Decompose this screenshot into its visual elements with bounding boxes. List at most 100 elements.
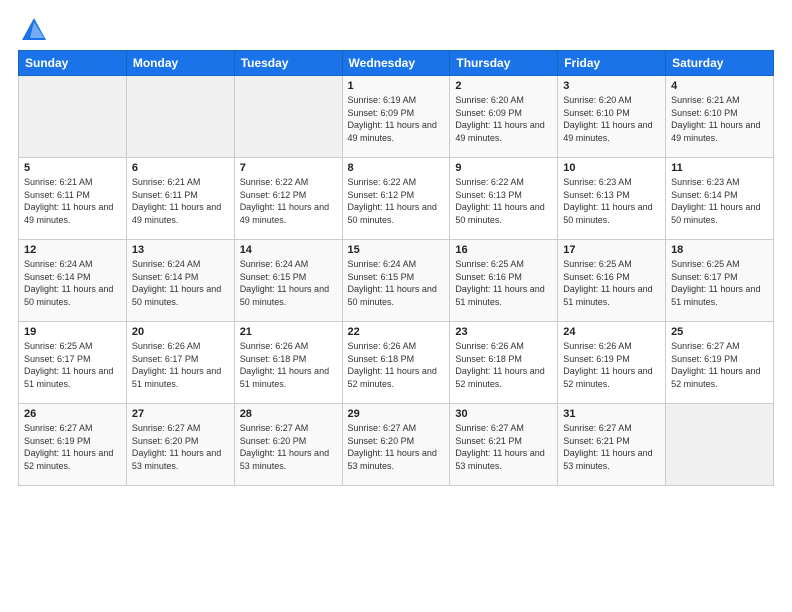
week-row-3: 19 Sunrise: 6:25 AMSunset: 6:17 PMDayligh… (19, 322, 774, 404)
day-number: 8 (348, 162, 445, 174)
day-number: 20 (132, 326, 229, 338)
calendar-cell: 20 Sunrise: 6:26 AMSunset: 6:17 PMDayligh… (126, 322, 234, 404)
day-info: Sunrise: 6:26 AMSunset: 6:18 PMDaylight:… (455, 340, 552, 390)
day-info: Sunrise: 6:25 AMSunset: 6:16 PMDaylight:… (455, 258, 552, 308)
calendar-cell: 5 Sunrise: 6:21 AMSunset: 6:11 PMDaylight… (19, 158, 127, 240)
day-info: Sunrise: 6:21 AMSunset: 6:11 PMDaylight:… (132, 176, 229, 226)
calendar-cell (234, 76, 342, 158)
calendar-cell: 15 Sunrise: 6:24 AMSunset: 6:15 PMDayligh… (342, 240, 450, 322)
day-info: Sunrise: 6:21 AMSunset: 6:10 PMDaylight:… (671, 94, 768, 144)
day-info: Sunrise: 6:26 AMSunset: 6:19 PMDaylight:… (563, 340, 660, 390)
day-info: Sunrise: 6:24 AMSunset: 6:14 PMDaylight:… (132, 258, 229, 308)
day-info: Sunrise: 6:25 AMSunset: 6:17 PMDaylight:… (24, 340, 121, 390)
day-info: Sunrise: 6:27 AMSunset: 6:19 PMDaylight:… (24, 422, 121, 472)
col-sunday: Sunday (19, 51, 127, 76)
day-info: Sunrise: 6:22 AMSunset: 6:12 PMDaylight:… (348, 176, 445, 226)
day-info: Sunrise: 6:27 AMSunset: 6:21 PMDaylight:… (455, 422, 552, 472)
calendar-cell: 23 Sunrise: 6:26 AMSunset: 6:18 PMDayligh… (450, 322, 558, 404)
header-row: Sunday Monday Tuesday Wednesday Thursday… (19, 51, 774, 76)
calendar-cell: 7 Sunrise: 6:22 AMSunset: 6:12 PMDaylight… (234, 158, 342, 240)
calendar-cell: 6Sunrise: 6:21 AMSunset: 6:11 PMDaylight… (126, 158, 234, 240)
day-number: 29 (348, 408, 445, 420)
day-info: Sunrise: 6:23 AMSunset: 6:13 PMDaylight:… (563, 176, 660, 226)
calendar-cell: 30 Sunrise: 6:27 AMSunset: 6:21 PMDayligh… (450, 404, 558, 486)
calendar-cell (19, 76, 127, 158)
day-number: 31 (563, 408, 660, 420)
day-number: 16 (455, 244, 552, 256)
day-number: 11 (671, 162, 768, 174)
day-number: 14 (240, 244, 337, 256)
day-number: 24 (563, 326, 660, 338)
day-number: 19 (24, 326, 121, 338)
day-number: 12 (24, 244, 121, 256)
calendar-cell: 11 Sunrise: 6:23 AMSunset: 6:14 PMDayligh… (666, 158, 774, 240)
day-number: 1 (348, 80, 445, 92)
calendar-cell: 13 Sunrise: 6:24 AMSunset: 6:14 PMDayligh… (126, 240, 234, 322)
calendar-cell: 17 Sunrise: 6:25 AMSunset: 6:16 PMDayligh… (558, 240, 666, 322)
calendar-cell: 28 Sunrise: 6:27 AMSunset: 6:20 PMDayligh… (234, 404, 342, 486)
calendar-cell: 10Sunrise: 6:23 AMSunset: 6:13 PMDayligh… (558, 158, 666, 240)
day-info: Sunrise: 6:27 AMSunset: 6:21 PMDaylight:… (563, 422, 660, 472)
calendar-cell: 16 Sunrise: 6:25 AMSunset: 6:16 PMDayligh… (450, 240, 558, 322)
day-info: Sunrise: 6:27 AMSunset: 6:20 PMDaylight:… (348, 422, 445, 472)
day-number: 17 (563, 244, 660, 256)
day-info: Sunrise: 6:27 AMSunset: 6:19 PMDaylight:… (671, 340, 768, 390)
col-thursday: Thursday (450, 51, 558, 76)
week-row-2: 12 Sunrise: 6:24 AMSunset: 6:14 PMDayligh… (19, 240, 774, 322)
calendar-cell: 22 Sunrise: 6:26 AMSunset: 6:18 PMDayligh… (342, 322, 450, 404)
day-number: 3 (563, 80, 660, 92)
day-number: 23 (455, 326, 552, 338)
day-info: Sunrise: 6:23 AMSunset: 6:14 PMDaylight:… (671, 176, 768, 226)
calendar-cell: 18Sunrise: 6:25 AMSunset: 6:17 PMDayligh… (666, 240, 774, 322)
col-monday: Monday (126, 51, 234, 76)
col-friday: Friday (558, 51, 666, 76)
day-info: Sunrise: 6:25 AMSunset: 6:16 PMDaylight:… (563, 258, 660, 308)
day-number: 27 (132, 408, 229, 420)
day-info: Sunrise: 6:26 AMSunset: 6:17 PMDaylight:… (132, 340, 229, 390)
calendar-cell: 24 Sunrise: 6:26 AMSunset: 6:19 PMDayligh… (558, 322, 666, 404)
day-number: 22 (348, 326, 445, 338)
calendar-cell: 19 Sunrise: 6:25 AMSunset: 6:17 PMDayligh… (19, 322, 127, 404)
day-number: 4 (671, 80, 768, 92)
calendar-cell: 31 Sunrise: 6:27 AMSunset: 6:21 PMDayligh… (558, 404, 666, 486)
day-number: 25 (671, 326, 768, 338)
day-number: 13 (132, 244, 229, 256)
day-info: Sunrise: 6:20 AMSunset: 6:09 PMDaylight:… (455, 94, 552, 144)
week-row-4: 26 Sunrise: 6:27 AMSunset: 6:19 PMDayligh… (19, 404, 774, 486)
calendar-cell: 14 Sunrise: 6:24 AMSunset: 6:15 PMDayligh… (234, 240, 342, 322)
calendar-cell: 29 Sunrise: 6:27 AMSunset: 6:20 PMDayligh… (342, 404, 450, 486)
calendar-cell: 2 Sunrise: 6:20 AMSunset: 6:09 PMDaylight… (450, 76, 558, 158)
calendar-cell: 8 Sunrise: 6:22 AMSunset: 6:12 PMDaylight… (342, 158, 450, 240)
day-number: 9 (455, 162, 552, 174)
day-number: 28 (240, 408, 337, 420)
calendar-cell: 26 Sunrise: 6:27 AMSunset: 6:19 PMDayligh… (19, 404, 127, 486)
day-info: Sunrise: 6:26 AMSunset: 6:18 PMDaylight:… (348, 340, 445, 390)
day-info: Sunrise: 6:24 AMSunset: 6:15 PMDaylight:… (240, 258, 337, 308)
logo (18, 16, 48, 40)
calendar-cell (126, 76, 234, 158)
day-info: Sunrise: 6:24 AMSunset: 6:15 PMDaylight:… (348, 258, 445, 308)
day-number: 5 (24, 162, 121, 174)
day-info: Sunrise: 6:26 AMSunset: 6:18 PMDaylight:… (240, 340, 337, 390)
calendar-table: Sunday Monday Tuesday Wednesday Thursday… (18, 50, 774, 486)
day-info: Sunrise: 6:27 AMSunset: 6:20 PMDaylight:… (132, 422, 229, 472)
col-wednesday: Wednesday (342, 51, 450, 76)
calendar-cell: 3Sunrise: 6:20 AMSunset: 6:10 PMDaylight… (558, 76, 666, 158)
calendar-cell (666, 404, 774, 486)
day-info: Sunrise: 6:22 AMSunset: 6:12 PMDaylight:… (240, 176, 337, 226)
day-info: Sunrise: 6:21 AMSunset: 6:11 PMDaylight:… (24, 176, 121, 226)
day-info: Sunrise: 6:25 AMSunset: 6:17 PMDaylight:… (671, 258, 768, 308)
week-row-1: 5 Sunrise: 6:21 AMSunset: 6:11 PMDaylight… (19, 158, 774, 240)
day-number: 21 (240, 326, 337, 338)
day-info: Sunrise: 6:19 AMSunset: 6:09 PMDaylight:… (348, 94, 445, 144)
calendar-cell: 12Sunrise: 6:24 AMSunset: 6:14 PMDayligh… (19, 240, 127, 322)
calendar-cell: 9 Sunrise: 6:22 AMSunset: 6:13 PMDaylight… (450, 158, 558, 240)
day-info: Sunrise: 6:22 AMSunset: 6:13 PMDaylight:… (455, 176, 552, 226)
calendar-cell: 25 Sunrise: 6:27 AMSunset: 6:19 PMDayligh… (666, 322, 774, 404)
day-number: 15 (348, 244, 445, 256)
day-number: 2 (455, 80, 552, 92)
day-number: 26 (24, 408, 121, 420)
day-number: 7 (240, 162, 337, 174)
day-info: Sunrise: 6:27 AMSunset: 6:20 PMDaylight:… (240, 422, 337, 472)
day-number: 30 (455, 408, 552, 420)
